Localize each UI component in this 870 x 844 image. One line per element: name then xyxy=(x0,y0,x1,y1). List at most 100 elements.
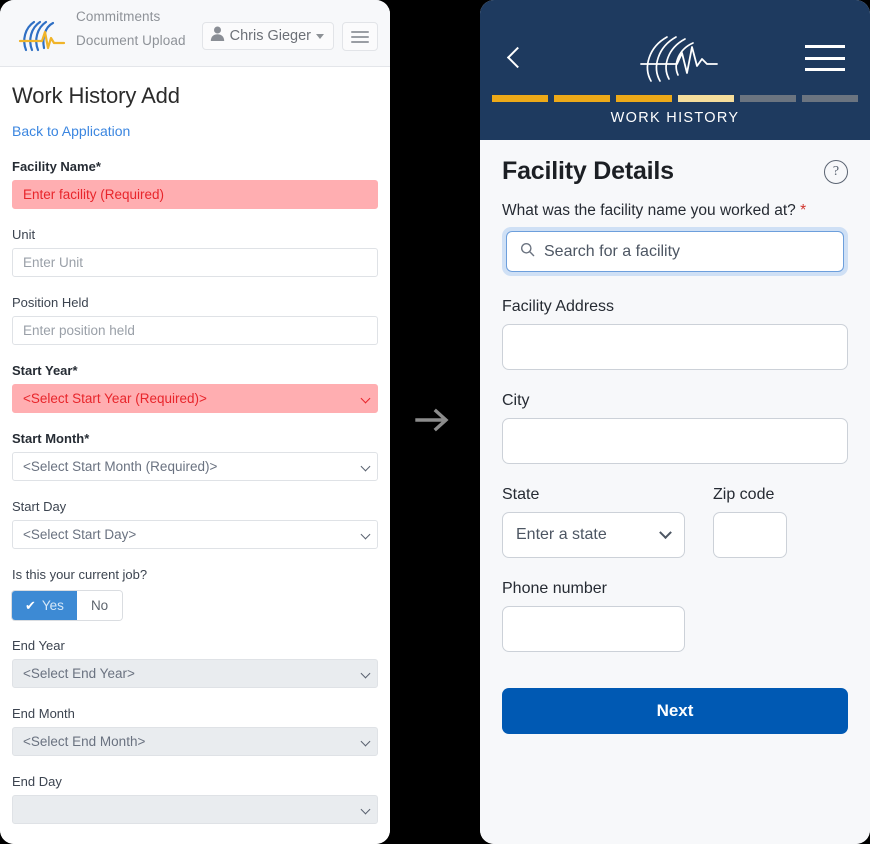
section-title: Facility Details xyxy=(502,157,674,185)
menu-icon-bar xyxy=(805,45,845,48)
zip-code-input[interactable] xyxy=(713,512,787,558)
label-zip-code: Zip code xyxy=(713,486,775,503)
facility-search-input[interactable]: Search for a facility xyxy=(506,231,844,272)
facility-name-question: What was the facility name you worked at… xyxy=(502,202,807,219)
required-marker: * xyxy=(800,202,807,219)
label-phone-number: Phone number xyxy=(502,580,607,597)
start-month-select-value: <Select Start Month (Required)> xyxy=(12,452,378,481)
unit-input[interactable] xyxy=(12,248,378,277)
field-group-end-year: End Year <Select End Year> xyxy=(12,638,378,688)
label-facility-address: Facility Address xyxy=(502,298,615,315)
label-position-held: Position Held xyxy=(12,295,89,310)
current-job-toggle: ✔ Yes No xyxy=(12,591,123,620)
desktop-topbar: Commitments Document Upload Chris Gieger xyxy=(0,0,390,67)
nav-link-commitments[interactable]: Commitments xyxy=(76,8,186,26)
state-zip-row: State Enter a state Zip code xyxy=(502,464,848,558)
desktop-view-panel: Commitments Document Upload Chris Gieger xyxy=(0,0,390,844)
field-group-zip-code: Zip code xyxy=(713,464,787,558)
field-group-state: State Enter a state xyxy=(502,464,685,558)
screenshot-stage: Commitments Document Upload Chris Gieger xyxy=(0,0,870,844)
progress-segment xyxy=(740,95,796,102)
step-title: WORK HISTORY xyxy=(610,110,740,126)
city-input[interactable] xyxy=(502,418,848,464)
next-button[interactable]: Next xyxy=(502,688,848,734)
label-facility-name: Facility Name* xyxy=(12,159,101,174)
search-icon xyxy=(520,242,535,262)
check-icon: ✔ xyxy=(25,598,36,613)
field-group-phone-number: Phone number xyxy=(502,580,685,652)
nav-link-document-upload[interactable]: Document Upload xyxy=(76,32,186,50)
position-held-input[interactable] xyxy=(12,316,378,345)
progress-segment xyxy=(492,95,548,102)
field-group-facility-name: Facility Name* xyxy=(12,159,378,209)
user-menu-button[interactable]: Chris Gieger xyxy=(201,22,334,50)
desktop-form-body: Work History Add Back to Application Fac… xyxy=(0,67,390,844)
required-marker: * xyxy=(72,363,78,378)
mobile-form-body: Facility Details ? What was the facility… xyxy=(480,140,870,844)
menu-icon-bar xyxy=(351,30,369,33)
label-unit: Unit xyxy=(12,227,36,242)
field-group-end-day: End Day xyxy=(12,774,378,824)
label-start-month: Start Month* xyxy=(12,431,90,446)
brand-logo-icon[interactable] xyxy=(12,14,70,56)
start-day-select-value: <Select Start Day> xyxy=(12,520,378,549)
progress-segment xyxy=(616,95,672,102)
start-month-select[interactable]: <Select Start Month (Required)> xyxy=(12,452,378,481)
facility-name-input[interactable] xyxy=(12,180,378,209)
label-end-day: End Day xyxy=(12,774,62,789)
brand-logo-icon[interactable] xyxy=(629,33,721,85)
menu-icon-bar xyxy=(805,56,845,60)
right-arrow-icon xyxy=(415,407,455,438)
end-day-select-value xyxy=(12,795,378,824)
field-group-start-year: Start Year* <Select Start Year (Required… xyxy=(12,363,378,413)
field-group-end-month: End Month <Select End Month> xyxy=(12,706,378,756)
label-state: State xyxy=(502,486,540,503)
chevron-down-icon xyxy=(659,525,672,539)
field-group-unit: Unit xyxy=(12,227,378,277)
label-start-year: Start Year* xyxy=(12,363,78,378)
end-month-select-value: <Select End Month> xyxy=(12,727,378,756)
progress-segment xyxy=(554,95,610,102)
label-start-day: Start Day xyxy=(12,499,67,514)
current-job-yes-button[interactable]: ✔ Yes xyxy=(12,591,77,620)
progress-stepper xyxy=(492,95,858,102)
label-city: City xyxy=(502,392,530,409)
field-group-position-held: Position Held xyxy=(12,295,378,345)
required-marker: * xyxy=(95,159,101,174)
help-icon[interactable]: ? xyxy=(824,159,848,184)
label-end-month: End Month xyxy=(12,706,75,721)
phone-number-input[interactable] xyxy=(502,606,685,652)
end-year-select[interactable]: <Select End Year> xyxy=(12,659,378,688)
facility-search-placeholder: Search for a facility xyxy=(544,242,681,260)
mobile-header: WORK HISTORY xyxy=(480,0,870,140)
start-year-select[interactable]: <Select Start Year (Required)> xyxy=(12,384,378,413)
current-job-no-button[interactable]: No xyxy=(76,591,123,620)
label-end-year: End Year xyxy=(12,638,65,653)
page-title: Work History Add xyxy=(12,83,180,108)
mobile-view-panel: WORK HISTORY Facility Details ? What was… xyxy=(480,0,870,844)
facility-address-input[interactable] xyxy=(502,324,848,370)
menu-icon-bar xyxy=(805,68,845,71)
field-group-start-day: Start Day <Select Start Day> xyxy=(12,499,378,549)
desktop-menu-button[interactable] xyxy=(342,22,378,51)
state-select[interactable]: Enter a state xyxy=(502,512,685,558)
current-job-no-label: No xyxy=(90,598,109,613)
back-to-application-link[interactable]: Back to Application xyxy=(12,123,130,139)
section-header: Facility Details ? xyxy=(502,157,848,186)
end-year-select-value: <Select End Year> xyxy=(12,659,378,688)
hamburger-menu-icon[interactable] xyxy=(805,45,845,71)
state-select-value: Enter a state xyxy=(516,526,607,543)
label-current-job: Is this your current job? xyxy=(12,567,148,582)
field-group-start-month: Start Month* <Select Start Month (Requir… xyxy=(12,431,378,481)
menu-icon-bar xyxy=(351,40,369,43)
progress-segment xyxy=(802,95,858,102)
chevron-down-icon xyxy=(316,33,324,39)
field-group-current-job: Is this your current job? ✔ Yes No xyxy=(12,567,378,620)
end-month-select[interactable]: <Select End Month> xyxy=(12,727,378,756)
back-chevron-icon[interactable] xyxy=(506,46,529,69)
start-day-select[interactable]: <Select Start Day> xyxy=(12,520,378,549)
desktop-nav-links: Commitments Document Upload xyxy=(76,8,186,50)
end-day-select[interactable] xyxy=(12,795,378,824)
start-year-select-value: <Select Start Year (Required)> xyxy=(12,384,378,413)
current-job-yes-label: Yes xyxy=(41,598,64,613)
